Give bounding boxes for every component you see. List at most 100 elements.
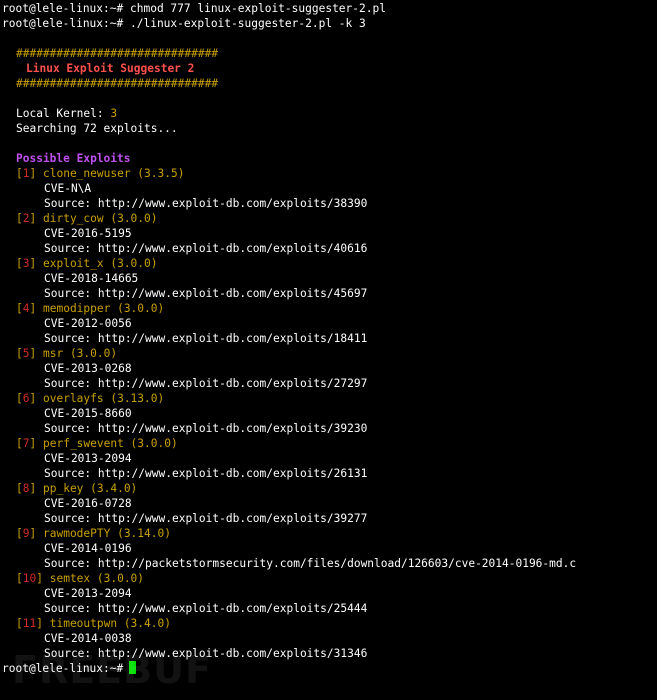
exploit-bracket-close: ] [29,257,37,270]
exploit-cve: CVE-2013-2094 [44,452,132,465]
exploit-source: Source: http://www.exploit-db.com/exploi… [44,512,368,525]
exploit-item: [5] msr (3.0.0) CVE-2013-0268 Source: http… [2,346,657,391]
exploit-source: Source: http://www.exploit-db.com/exploi… [44,467,368,480]
exploit-bracket-open: [ [16,302,23,315]
exploit-heading: [2] dirty_cow (3.0.0) [2,211,657,226]
exploit-heading: [1] clone_newuser (3.3.5) [2,166,657,181]
banner-hashes-top: ############################## [16,47,219,60]
exploit-bracket-close: ] [29,302,37,315]
exploit-heading: [8] pp_key (3.4.0) [2,481,657,496]
terminal-window[interactable]: root@lele-linux:~# chmod 777 linux-explo… [2,1,657,700]
exploit-name: clone_newuser (3.3.5) [43,167,185,180]
exploit-name: exploit_x (3.0.0) [43,257,158,270]
exploit-number: 1 [22,167,30,180]
exploit-source: Source: http://www.exploit-db.com/exploi… [44,422,368,435]
exploit-bracket-open: [ [16,167,23,180]
shell-prompt: root@lele-linux:~# [2,2,124,15]
exploit-item: [2] dirty_cow (3.0.0) CVE-2016-5195 Source… [2,211,657,256]
exploit-item: [8] pp_key (3.4.0) CVE-2016-0728 Source: h… [2,481,657,526]
exploit-bracket-open: [ [16,212,23,225]
kernel-value: 3 [110,107,118,120]
exploit-number: 7 [22,437,30,450]
exploit-name: overlayfs (3.13.0) [43,392,165,405]
exploit-bracket-close: ] [29,437,37,450]
command-line: root@lele-linux:~# chmod 777 linux-explo… [2,1,657,16]
exploit-heading: [4] memodipper (3.0.0) [2,301,657,316]
exploit-bracket-close: ] [36,572,43,585]
exploit-number: 10 [22,572,37,585]
exploit-bracket-close: ] [29,347,37,360]
exploit-source: Source: http://www.exploit-db.com/exploi… [44,287,368,300]
exploit-cve: CVE-N\A [44,182,92,195]
command-line: root@lele-linux:~# ./linux-exploit-sugge… [2,16,657,31]
shell-prompt: root@lele-linux:~# [2,17,124,30]
exploit-item: [4] memodipper (3.0.0) CVE-2012-0056 Sourc… [2,301,657,346]
exploit-number: 4 [22,302,30,315]
exploit-heading: [3] exploit_x (3.0.0) [2,256,657,271]
exploit-number: 11 [22,617,37,630]
exploit-heading: [5] msr (3.0.0) [2,346,657,361]
command-text: chmod 777 linux-exploit-suggester-2.pl [130,2,386,15]
exploit-item: [9] rawmodePTY (3.14.0) CVE-2014-0196 Sour… [2,526,657,571]
exploit-source: Source: http://www.exploit-db.com/exploi… [44,197,368,210]
kernel-info: Local Kernel: 3 [2,106,657,121]
watermark-logo: FREEBUF [12,648,212,692]
exploit-name: memodipper (3.0.0) [43,302,165,315]
exploit-cve: CVE-2013-2094 [44,587,132,600]
searching-status: Searching 72 exploits... [16,122,178,135]
exploit-name: pp_key (3.4.0) [43,482,138,495]
exploit-bracket-open: [ [16,347,23,360]
banner-title: Linux Exploit Suggester 2 [26,62,195,75]
exploit-number: 5 [22,347,30,360]
exploit-name: perf_swevent (3.0.0) [43,437,178,450]
exploit-bracket-open: [ [16,572,23,585]
exploit-bracket-close: ] [29,212,37,225]
exploit-heading: [7] perf_swevent (3.0.0) [2,436,657,451]
exploit-number: 8 [22,482,30,495]
exploit-number: 3 [22,257,30,270]
exploit-name: dirty_cow (3.0.0) [43,212,158,225]
exploit-heading: [6] overlayfs (3.13.0) [2,391,657,406]
exploit-name: semtex (3.0.0) [49,572,145,585]
exploit-bracket-open: [ [16,617,23,630]
exploit-cve: CVE-2015-8660 [44,407,132,420]
exploit-cve: CVE-2013-0268 [44,362,132,375]
exploit-bracket-close: ] [29,392,37,405]
command-text: ./linux-exploit-suggester-2.pl -k 3 [130,17,366,30]
exploit-source: Source: http://packetstormsecurity.com/f… [44,557,577,570]
exploit-number: 2 [22,212,30,225]
exploit-bracket-open: [ [16,437,23,450]
exploit-item: [6] overlayfs (3.13.0) CVE-2015-8660 Sourc… [2,391,657,436]
exploit-heading: [9] rawmodePTY (3.14.0) [2,526,657,541]
exploit-name: timeoutpwn (3.4.0) [49,617,171,630]
kernel-label: Local Kernel: [16,107,104,120]
exploit-source: Source: http://www.exploit-db.com/exploi… [44,332,368,345]
exploit-item: [1] clone_newuser (3.3.5) CVE-N\A Source: … [2,166,657,211]
exploit-heading: [10] semtex (3.0.0) [2,571,657,586]
exploit-name: msr (3.0.0) [43,347,118,360]
exploit-bracket-open: [ [16,392,23,405]
exploit-number: 9 [22,527,30,540]
exploit-cve: CVE-2014-0038 [44,632,132,645]
exploit-item: [3] exploit_x (3.0.0) CVE-2018-14665 Sourc… [2,256,657,301]
exploit-heading: [11] timeoutpwn (3.4.0) [2,616,657,631]
banner-hashes-bottom: ############################## [16,77,219,90]
exploit-source: Source: http://www.exploit-db.com/exploi… [44,377,368,390]
exploit-source: Source: http://www.exploit-db.com/exploi… [44,602,368,615]
exploit-name: rawmodePTY (3.14.0) [43,527,171,540]
exploit-bracket-open: [ [16,257,23,270]
exploit-number: 6 [22,392,30,405]
exploit-bracket-close: ] [29,167,37,180]
exploit-bracket-close: ] [29,482,37,495]
exploit-bracket-close: ] [29,527,37,540]
section-title: Possible Exploits [16,152,131,165]
exploit-cve: CVE-2016-0728 [44,497,132,510]
exploit-cve: CVE-2016-5195 [44,227,132,240]
exploit-source: Source: http://www.exploit-db.com/exploi… [44,242,368,255]
exploit-item: [10] semtex (3.0.0) CVE-2013-2094 Source: … [2,571,657,616]
exploit-bracket-open: [ [16,482,23,495]
exploit-cve: CVE-2012-0056 [44,317,132,330]
